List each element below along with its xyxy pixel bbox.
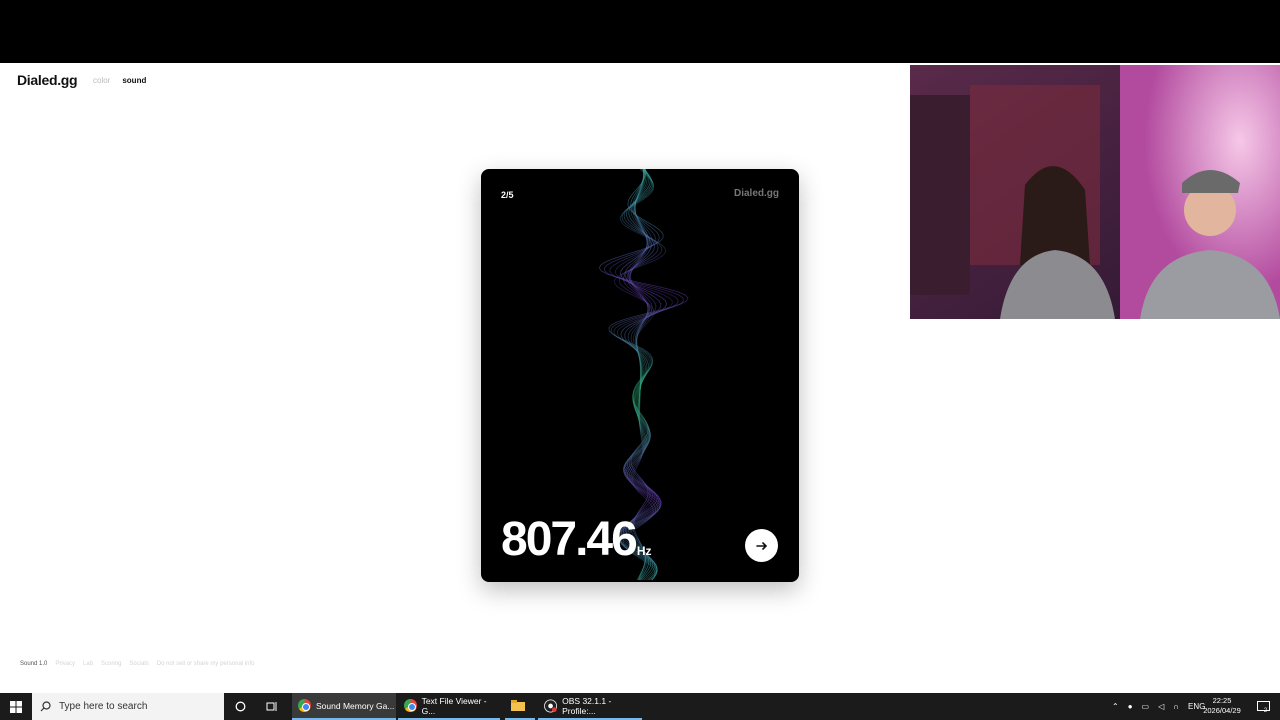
start-button[interactable] [0, 693, 32, 720]
chrome-icon [298, 699, 311, 712]
search-icon [40, 701, 51, 712]
taskbar-clock[interactable]: 22:25 2026/04/29 [1196, 696, 1248, 716]
webcam-overlay [910, 65, 1280, 319]
taskbar-app-obs[interactable]: OBS 32.1.1 - Profile:... [538, 693, 642, 720]
round-counter: 2/5 [501, 190, 514, 200]
site-logo[interactable]: Dialed.gg [17, 72, 78, 88]
cortana-button[interactable] [228, 693, 252, 720]
footer-version[interactable]: Sound 1.0 [20, 661, 47, 667]
system-tray: ⌃ ● ▭ ◁ ∩ ENG [1112, 693, 1205, 720]
browser-page: Dialed.gg color sound 2/5 Dialed.gg 807.… [0, 63, 1280, 693]
clock-time: 22:25 [1212, 696, 1232, 705]
headset-icon[interactable]: ∩ [1173, 702, 1179, 711]
file-explorer-icon [511, 700, 525, 711]
card-brand: Dialed.gg [733, 188, 779, 199]
footer-scoring[interactable]: Scoring [101, 661, 121, 667]
task-view-button[interactable] [260, 693, 284, 720]
taskbar-app-label: Sound Memory Ga... [316, 700, 395, 711]
taskbar-app-label: Text File Viewer - G... [421, 695, 487, 716]
taskbar-app-label: OBS 32.1.1 - Profile:... [562, 695, 612, 716]
microphone-icon[interactable]: ● [1128, 702, 1133, 711]
obs-icon [544, 699, 558, 712]
next-button[interactable] [745, 529, 778, 562]
windows-taskbar: Type here to search Sound Memory Ga... T… [0, 693, 1280, 720]
search-placeholder: Type here to search [59, 701, 148, 712]
cortana-icon [235, 701, 245, 712]
taskbar-app-sound-memory[interactable]: Sound Memory Ga... [292, 693, 396, 720]
nav-color[interactable]: color [93, 76, 110, 85]
chrome-icon [404, 699, 417, 712]
taskbar-app-text-viewer[interactable]: Text File Viewer - G... [398, 693, 500, 720]
windows-icon [10, 700, 22, 713]
chevron-up-icon[interactable]: ⌃ [1112, 702, 1119, 711]
frequency-unit: Hz [636, 544, 652, 558]
footer-privacy[interactable]: Privacy [55, 661, 75, 667]
clock-date: 2026/04/29 [1203, 706, 1241, 715]
taskbar-app-file-explorer[interactable] [505, 693, 535, 720]
task-view-icon [266, 702, 277, 711]
footer-socials[interactable]: Socials [129, 661, 148, 667]
notification-button[interactable]: 2 [1252, 693, 1272, 720]
footer-links: Sound 1.0 Privacy Lab Scoring Socials Do… [20, 661, 254, 667]
arrow-right-icon [755, 541, 767, 550]
notification-count: 2 [1263, 707, 1268, 714]
sound-card: 2/5 Dialed.gg 807.46 Hz [481, 169, 799, 582]
nav-sound[interactable]: sound [122, 76, 146, 85]
footer-do-not-sell[interactable]: Do not sell or share my personal info [157, 661, 255, 667]
top-black-bar [0, 0, 1280, 63]
volume-icon[interactable]: ◁ [1158, 702, 1164, 711]
network-icon[interactable]: ▭ [1142, 702, 1150, 711]
footer-lab[interactable]: Lab [83, 661, 93, 667]
mode-nav: color sound [93, 76, 146, 85]
frequency-display: 807.46 Hz [501, 512, 651, 567]
frequency-value: 807.46 [501, 513, 638, 566]
taskbar-search-box[interactable]: Type here to search [32, 693, 224, 720]
